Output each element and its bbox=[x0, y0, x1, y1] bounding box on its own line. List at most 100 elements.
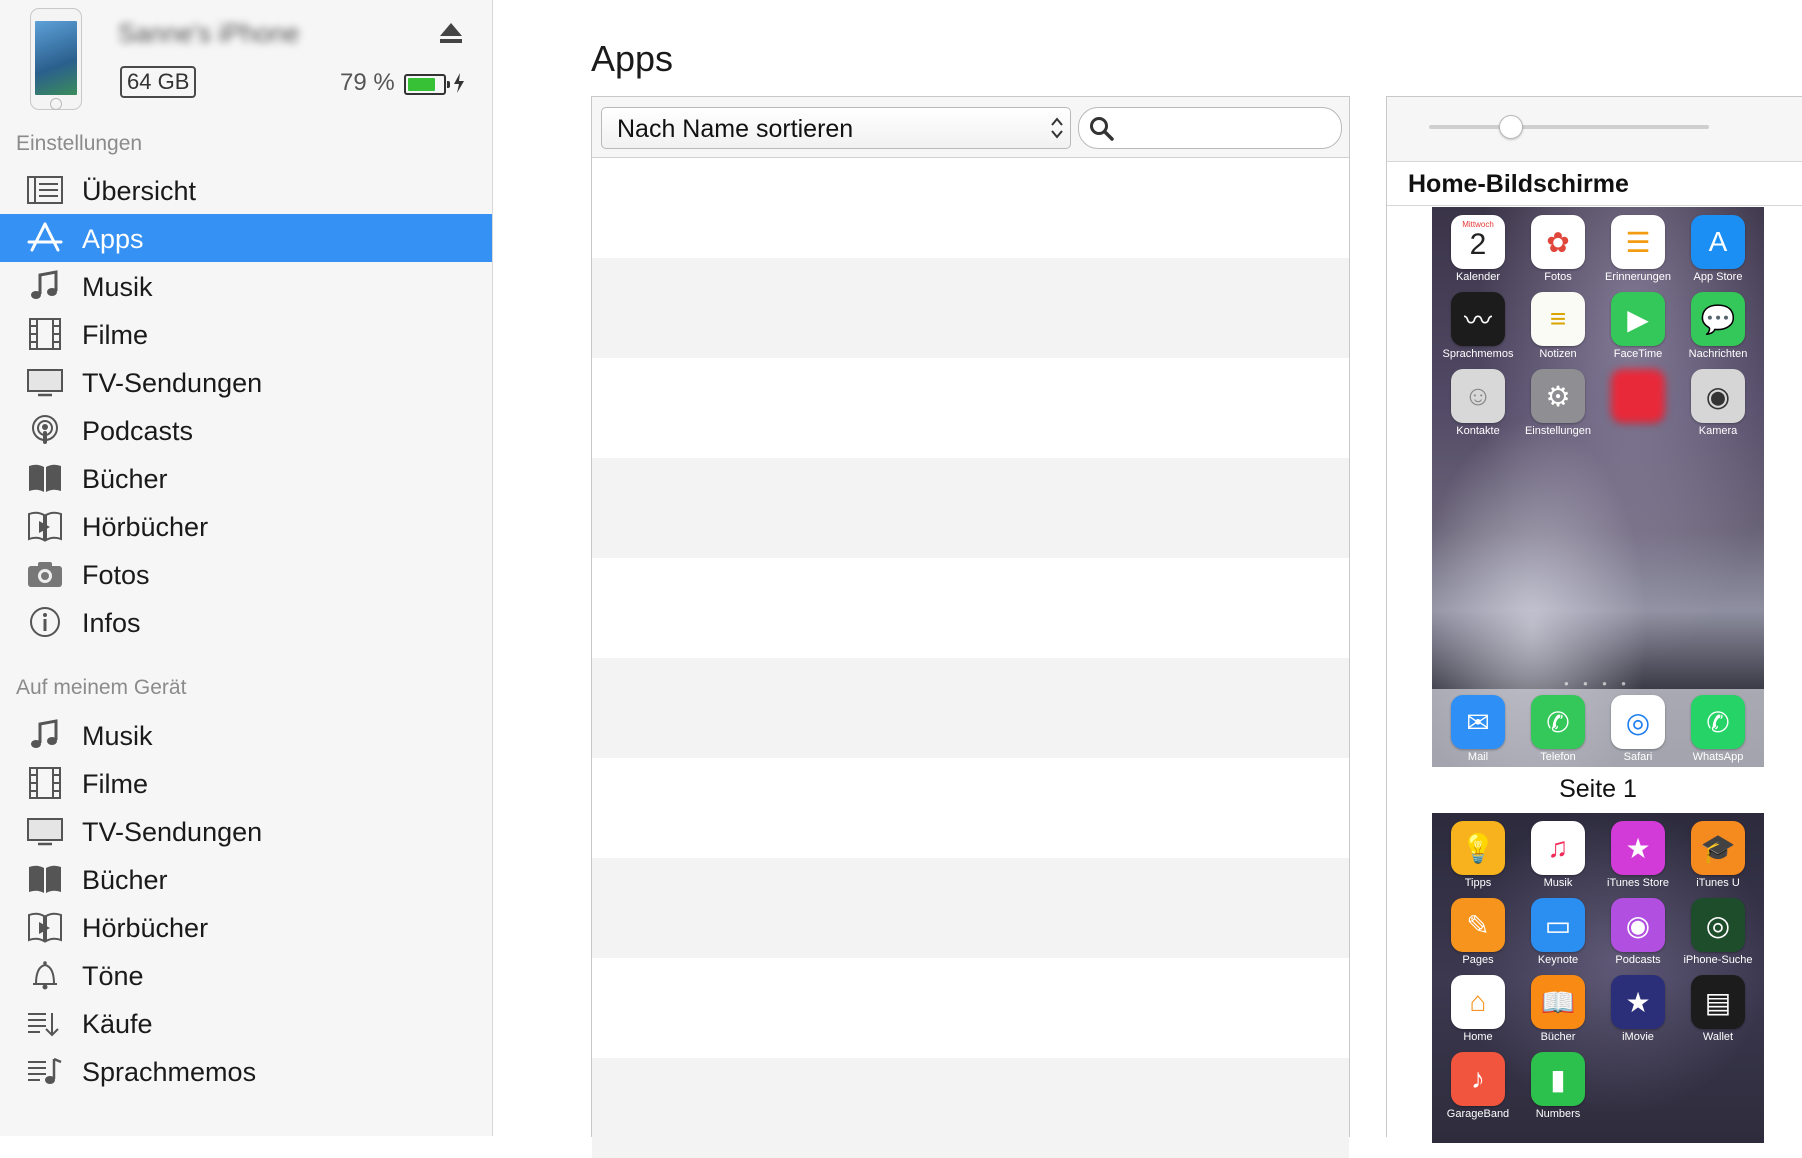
section-title-settings: Einstellungen bbox=[16, 132, 143, 155]
nav-item-label: Hörbücher bbox=[82, 913, 209, 943]
list-row[interactable] bbox=[592, 558, 1349, 658]
sidebar-device-item-sprachmemos[interactable]: Sprachmemos bbox=[0, 1047, 492, 1095]
app-notizen[interactable]: ≡ Notizen bbox=[1518, 292, 1598, 370]
app-sprachmemos[interactable]: 〰 Sprachmemos bbox=[1438, 292, 1518, 370]
app-itunes-store[interactable]: ★ iTunes Store bbox=[1598, 821, 1678, 899]
music-note-icon bbox=[26, 719, 64, 751]
eject-icon[interactable] bbox=[438, 20, 464, 46]
app-nachrichten[interactable]: 💬 Nachrichten bbox=[1678, 292, 1758, 370]
app-einstellungen[interactable]: ⚙ Einstellungen bbox=[1518, 369, 1598, 447]
app-iphone-suche[interactable]: ◎ iPhone-Suche bbox=[1678, 898, 1758, 976]
sort-select[interactable]: Nach Name sortieren bbox=[601, 107, 1071, 149]
list-row[interactable] bbox=[592, 758, 1349, 858]
sidebar-device-item-hörbücher[interactable]: Hörbücher bbox=[0, 903, 492, 951]
list-row[interactable] bbox=[592, 658, 1349, 758]
dock: ✉ Mail ✆ Telefon ◎ Safari ✆ WhatsApp bbox=[1432, 689, 1764, 767]
app-wallet[interactable]: ▤ Wallet bbox=[1678, 975, 1758, 1053]
app-pages[interactable]: ✎ Pages bbox=[1438, 898, 1518, 976]
app-erinnerungen[interactable]: ☰ Erinnerungen bbox=[1598, 215, 1678, 293]
search-input[interactable] bbox=[1119, 114, 1323, 144]
purchases-icon bbox=[26, 1007, 64, 1039]
list-row[interactable] bbox=[592, 258, 1349, 358]
app-app-store[interactable]: A App Store bbox=[1678, 215, 1758, 293]
photos-icon: ✿ bbox=[1531, 215, 1585, 269]
audiobook-icon bbox=[26, 510, 64, 542]
app-numbers[interactable]: ▮ Numbers bbox=[1518, 1052, 1598, 1130]
app-tipps[interactable]: 💡 Tipps bbox=[1438, 821, 1518, 899]
battery-icon bbox=[404, 74, 450, 95]
sidebar-item-tv-sendungen[interactable]: TV-Sendungen bbox=[0, 358, 492, 406]
film-icon bbox=[26, 767, 64, 799]
zoom-slider-knob[interactable] bbox=[1499, 115, 1523, 139]
app-fotos[interactable]: ✿ Fotos bbox=[1518, 215, 1598, 293]
sidebar-item-apps[interactable]: Apps bbox=[0, 214, 492, 262]
app-hidden[interactable] bbox=[1598, 369, 1678, 447]
sidebar-device-item-bücher[interactable]: Bücher bbox=[0, 855, 492, 903]
voice-memos-icon: 〰 bbox=[1451, 292, 1505, 346]
sidebar-device-item-tv-sendungen[interactable]: TV-Sendungen bbox=[0, 807, 492, 855]
app-mail[interactable]: ✉ Mail bbox=[1438, 695, 1518, 767]
sidebar-device-item-töne[interactable]: Töne bbox=[0, 951, 492, 999]
list-row[interactable] bbox=[592, 858, 1349, 958]
battery-nub bbox=[447, 81, 450, 88]
chevron-updown-icon bbox=[1051, 117, 1063, 139]
sidebar-item-filme[interactable]: Filme bbox=[0, 310, 492, 358]
list-row[interactable] bbox=[592, 1058, 1349, 1158]
app-kalender[interactable]: Mittwoch 2 Kalender bbox=[1438, 215, 1518, 293]
device-header: Sanne's iPhone 64 GB 79 % bbox=[0, 0, 492, 110]
sidebar-item-bücher[interactable]: Bücher bbox=[0, 454, 492, 502]
app-musik[interactable]: ♫ Musik bbox=[1518, 821, 1598, 899]
home-screen-page-1[interactable]: Mittwoch 2 Kalender ✿ Fotos ☰ Erinnerungen A App… bbox=[1432, 207, 1764, 767]
app-garageband[interactable]: ♪ GarageBand bbox=[1438, 1052, 1518, 1130]
sidebar-item-podcasts[interactable]: Podcasts bbox=[0, 406, 492, 454]
battery-percent: 79 % bbox=[340, 69, 395, 96]
search-field[interactable] bbox=[1078, 107, 1342, 149]
app-kontakte[interactable]: ☺ Kontakte bbox=[1438, 369, 1518, 447]
app-facetime[interactable]: ▶ FaceTime bbox=[1598, 292, 1678, 370]
sidebar-item-infos[interactable]: Infos bbox=[0, 598, 492, 646]
apps-toolbar: Nach Name sortieren bbox=[592, 97, 1349, 158]
app-whatsapp[interactable]: ✆ WhatsApp bbox=[1678, 695, 1758, 767]
app-keynote[interactable]: ▭ Keynote bbox=[1518, 898, 1598, 976]
list-row[interactable] bbox=[592, 158, 1349, 258]
app-label: iPhone-Suche bbox=[1683, 954, 1753, 966]
list-row[interactable] bbox=[592, 458, 1349, 558]
app-b-cher[interactable]: 📖 Bücher bbox=[1518, 975, 1598, 1053]
nav-item-label: Töne bbox=[82, 961, 144, 991]
home-icon: ⌂ bbox=[1451, 975, 1505, 1029]
reminders-icon: ☰ bbox=[1611, 215, 1665, 269]
garageband-icon: ♪ bbox=[1451, 1052, 1505, 1106]
apps-rows bbox=[592, 158, 1349, 1158]
app-imovie[interactable]: ★ iMovie bbox=[1598, 975, 1678, 1053]
music-note-icon bbox=[26, 270, 64, 302]
app-telefon[interactable]: ✆ Telefon bbox=[1518, 695, 1598, 767]
sidebar-device-item-käufe[interactable]: Käufe bbox=[0, 999, 492, 1047]
calendar-icon: Mittwoch 2 bbox=[1451, 215, 1505, 269]
list-row[interactable] bbox=[592, 358, 1349, 458]
sidebar-device-item-musik[interactable]: Musik bbox=[0, 711, 492, 759]
sidebar-item-hörbücher[interactable]: Hörbücher bbox=[0, 502, 492, 550]
whatsapp-icon: ✆ bbox=[1691, 695, 1745, 749]
home-screen-page-2[interactable]: 💡 Tipps ♫ Musik ★ iTunes Store 🎓 iTunes U ✎ Pages… bbox=[1432, 813, 1764, 1143]
sidebar-item-übersicht[interactable]: Übersicht bbox=[0, 166, 492, 214]
iphone-thumbnail-icon[interactable] bbox=[30, 8, 82, 110]
app-kamera[interactable]: ◉ Kamera bbox=[1678, 369, 1758, 447]
app-podcasts[interactable]: ◉ Podcasts bbox=[1598, 898, 1678, 976]
home-screens-panel: Home-Bildschirme Mittwoch 2 Kalender ✿ Fotos… bbox=[1386, 96, 1802, 1143]
sidebar-device-item-filme[interactable]: Filme bbox=[0, 759, 492, 807]
app-safari[interactable]: ◎ Safari bbox=[1598, 695, 1678, 767]
list-row[interactable] bbox=[592, 958, 1349, 1058]
sidebar-item-musik[interactable]: Musik bbox=[0, 262, 492, 310]
nav-item-label: Filme bbox=[82, 320, 148, 350]
nav-item-label: Hörbücher bbox=[82, 512, 209, 542]
find-iphone-icon: ◎ bbox=[1691, 898, 1745, 952]
zoom-slider-track[interactable] bbox=[1429, 125, 1709, 129]
device-name[interactable]: Sanne's iPhone bbox=[118, 18, 299, 49]
divider bbox=[1387, 205, 1802, 206]
itunes-store-icon: ★ bbox=[1611, 821, 1665, 875]
app-label: Einstellungen bbox=[1524, 425, 1592, 437]
calendar-day-number: 2 bbox=[1469, 227, 1487, 261]
app-itunes-u[interactable]: 🎓 iTunes U bbox=[1678, 821, 1758, 899]
sidebar-item-fotos[interactable]: Fotos bbox=[0, 550, 492, 598]
app-home[interactable]: ⌂ Home bbox=[1438, 975, 1518, 1053]
